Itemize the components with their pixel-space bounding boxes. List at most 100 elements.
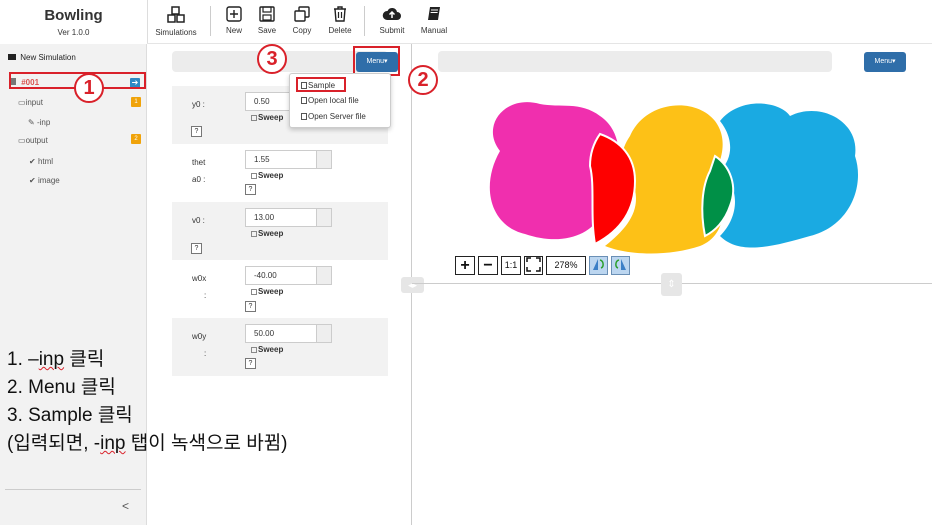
param-label: v0 : <box>192 216 205 225</box>
input-addon <box>316 324 332 343</box>
sweep-label: Sweep <box>258 229 284 238</box>
open-local-label: Open local file <box>308 96 359 105</box>
menu-item-open-local[interactable]: Open local file <box>301 96 359 105</box>
plus-square-icon <box>226 6 242 22</box>
inp-label: -inp <box>36 118 51 127</box>
rotate-left-icon <box>593 259 604 270</box>
save-label: Save <box>257 26 277 35</box>
collapse-sidebar-button[interactable]: < <box>122 499 129 513</box>
app-version: Ver 1.0.0 <box>57 28 90 37</box>
simulations-button[interactable]: Simulations <box>154 6 198 37</box>
tree-item-html[interactable]: ✔ html <box>29 157 53 166</box>
flip-right-button[interactable] <box>611 256 630 275</box>
zoom-one-to-one-button[interactable]: 1:1 <box>501 256 521 275</box>
copy-button[interactable]: Copy <box>290 6 314 35</box>
output-count-badge: 2 <box>131 134 141 144</box>
param-input-w0x[interactable]: -40.00 <box>245 266 317 285</box>
floppy-icon <box>259 6 275 22</box>
splitter-handle[interactable]: ◂▸ <box>401 277 424 293</box>
toolbar-divider <box>210 6 211 36</box>
instruction-line-4: (입력되면, -inp 탭이 녹색으로 바뀜) <box>7 433 288 454</box>
cubes-icon <box>167 6 185 23</box>
fit-screen-icon <box>526 257 541 272</box>
check-icon: ✔ <box>29 157 38 166</box>
instruction-line-1: 1. –inp 클릭 <box>7 349 105 370</box>
image-label: image <box>37 176 60 185</box>
sweep-label: Sweep <box>258 113 284 122</box>
help-button[interactable]: ? <box>245 358 256 369</box>
instruction-line-2: 2. Menu 클릭 <box>7 377 116 398</box>
param-label: w0x: <box>192 274 207 300</box>
save-button[interactable]: Save <box>255 6 279 35</box>
tree-item-inp[interactable]: ✎ -inp <box>28 118 50 127</box>
book-icon <box>428 7 440 20</box>
help-button[interactable]: ? <box>191 243 202 254</box>
param-theta0: thet a0 : 1.55 Sweep ? <box>172 144 388 202</box>
new-button[interactable]: New <box>223 6 245 35</box>
app-name: Bowling <box>44 7 103 24</box>
trash-icon <box>334 6 346 22</box>
sweep-checkbox[interactable]: Sweep <box>251 287 283 296</box>
annotation-step-1: 1 <box>74 73 104 103</box>
submit-button[interactable]: Submit <box>377 6 407 35</box>
param-label: y0 : <box>192 100 205 109</box>
zoom-in-button[interactable]: + <box>455 256 475 275</box>
delete-label: Delete <box>328 26 352 35</box>
param-input-w0y[interactable]: 50.00 <box>245 324 317 343</box>
sweep-checkbox[interactable]: Sweep <box>251 171 283 180</box>
param-input-theta0[interactable]: 1.55 <box>245 150 317 169</box>
zoom-out-button[interactable]: − <box>478 256 498 275</box>
sweep-checkbox[interactable]: Sweep <box>251 345 283 354</box>
toolbar-divider <box>364 6 365 36</box>
simulations-label: Simulations <box>155 28 197 37</box>
fit-screen-button[interactable] <box>524 256 543 275</box>
new-label: New <box>225 26 242 35</box>
delete-button[interactable]: Delete <box>326 6 354 35</box>
new-simulation-item[interactable]: New Simulation <box>8 53 76 62</box>
param-input-v0[interactable]: 13.00 <box>245 208 317 227</box>
annotation-step-3: 3 <box>257 44 287 74</box>
zoom-level-display: 278% <box>546 256 586 275</box>
tree-item-image[interactable]: ✔ image <box>29 176 60 185</box>
param-w0y: w0y: 50.00 Sweep ? <box>172 318 388 376</box>
tree-item-output[interactable]: ▭output <box>18 136 48 145</box>
param-w0x: w0x: -40.00 Sweep ? <box>172 260 388 318</box>
logo-image <box>489 102 858 254</box>
tree-item-input[interactable]: ▭input <box>18 98 43 107</box>
cloud-upload-icon <box>382 7 401 20</box>
laptop-icon: ▭ <box>18 98 26 107</box>
input-count-badge: 1 <box>131 97 141 107</box>
sweep-checkbox[interactable]: Sweep <box>251 229 283 238</box>
instruction-line-3: 3. Sample 클릭 <box>7 405 133 426</box>
input-label: input <box>25 98 43 107</box>
horizontal-splitter-handle[interactable]: ⇕ <box>661 273 682 296</box>
open-server-label: Open Server file <box>308 112 366 121</box>
input-addon <box>316 208 332 227</box>
copy-icon <box>294 6 310 22</box>
sweep-label: Sweep <box>258 287 284 296</box>
file-icon <box>301 97 307 104</box>
app-title-block: Bowling Ver 1.0.0 <box>0 0 147 44</box>
sweep-checkbox[interactable]: Sweep <box>251 113 283 122</box>
manual-label: Manual <box>420 26 448 35</box>
flip-left-button[interactable] <box>589 256 608 275</box>
output-panel-header <box>438 51 832 72</box>
copy-label: Copy <box>292 26 312 35</box>
input-addon <box>316 150 332 169</box>
highlight-menu-box <box>353 46 400 76</box>
menu-item-open-server[interactable]: Open Server file <box>301 112 366 121</box>
toolbar: Simulations New Save Copy Delete Submit … <box>147 0 932 44</box>
help-button[interactable]: ? <box>245 301 256 312</box>
param-v0: v0 : 13.00 Sweep ? <box>172 202 388 260</box>
param-label: w0y: <box>192 332 207 358</box>
help-button[interactable]: ? <box>191 126 202 137</box>
edit-icon: ✎ <box>28 118 37 127</box>
sweep-label: Sweep <box>258 345 284 354</box>
annotation-step-2: 2 <box>408 65 438 95</box>
new-simulation-label: New Simulation <box>20 53 76 62</box>
help-button[interactable]: ? <box>245 184 256 195</box>
manual-button[interactable]: Manual <box>419 6 449 35</box>
image-viewer[interactable] <box>480 96 875 254</box>
output-menu-button[interactable]: Menu▾ <box>864 52 906 72</box>
check-icon: ✔ <box>29 176 38 185</box>
